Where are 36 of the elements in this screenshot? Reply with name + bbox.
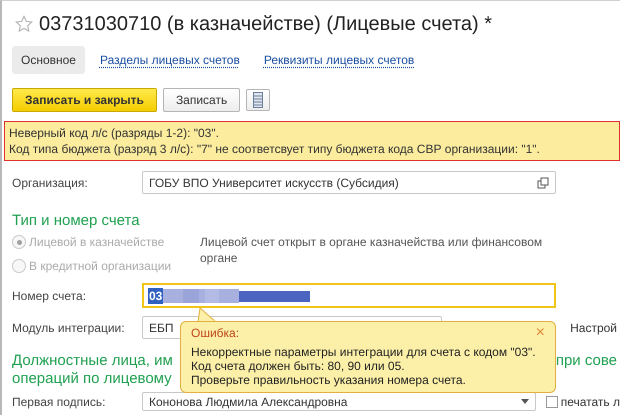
account-number-field[interactable]: 03 xyxy=(142,283,556,308)
field-value: ЕБП xyxy=(149,320,174,336)
tab[interactable]: Разделы лицевых счетов xyxy=(90,46,249,74)
checkbox-label[interactable]: печатать л xyxy=(560,394,620,410)
organization-field[interactable]: ГОБУ ВПО Университет искусств (Субсидия) xyxy=(142,171,556,194)
caret-icon[interactable] xyxy=(520,398,529,404)
tooltip-message: Проверьте правильность указания номера счета. xyxy=(191,373,466,387)
open-icon[interactable] xyxy=(537,176,549,188)
note-text: Лицевой счет открыт в органе казначейства или финансовом органе xyxy=(200,234,544,267)
star-icon[interactable] xyxy=(15,15,33,33)
field-label: Первая подпись: xyxy=(12,394,106,410)
error-message: Неверный код л/с (разряды 1-2): "03". xyxy=(9,125,220,141)
signature-field[interactable]: Кононова Людмила Александровна xyxy=(142,392,536,411)
tab[interactable]: Основное xyxy=(12,46,85,74)
section-heading: операций по лицевому xyxy=(12,370,172,388)
error-message: Код типа бюджета (разряд 3 л/с): "7" не соответсвует типу бюджета кода СВР организации: "1". xyxy=(9,141,541,157)
checkbox[interactable] xyxy=(546,396,558,408)
field-value: Кононова Людмила Александровна xyxy=(149,394,348,410)
more-button[interactable] xyxy=(246,89,270,111)
save-button[interactable]: Записать xyxy=(162,88,240,112)
field-label: Модуль интеграции: xyxy=(12,320,126,336)
save-and-close-button[interactable]: Записать и закрыть xyxy=(12,88,157,112)
field-label: Организация: xyxy=(12,174,89,190)
field-value: 03 xyxy=(148,288,164,304)
tooltip-message: Некорректные параметры интеграции для счета с кодом "03". xyxy=(191,345,536,359)
window-title: 03731030710 (в казначействе) (Лицевые счета) * xyxy=(39,12,492,37)
field-value: ГОБУ ВПО Университет искусств (Субсидия) xyxy=(149,174,400,190)
tooltip-message: Код счета должен быть: 80, 90 или 05. xyxy=(191,359,405,373)
section-heading: Должностные лица, им xyxy=(12,352,173,370)
field-label: Настрой xyxy=(570,320,618,336)
list-icon xyxy=(253,92,264,108)
tab[interactable]: Реквизиты лицевых счетов xyxy=(254,46,424,74)
section-heading: при сове xyxy=(556,352,618,370)
field-label: Номер счета: xyxy=(12,288,88,304)
tooltip-title: Ошибка: xyxy=(191,326,240,340)
section-heading: Тип и номер счета xyxy=(12,212,141,230)
